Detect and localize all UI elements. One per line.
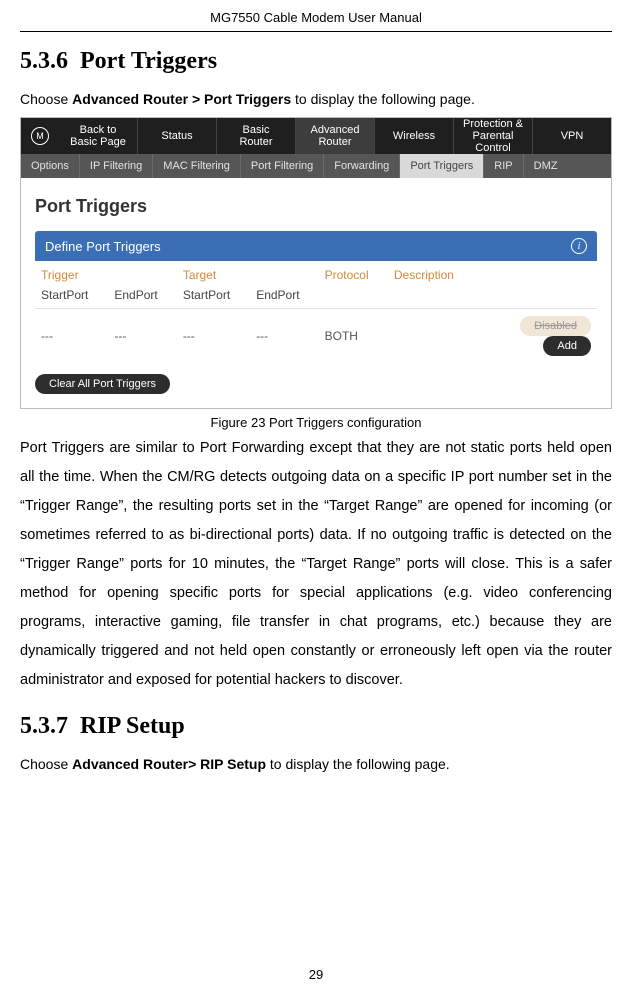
- secondary-nav: Options IP Filtering MAC Filtering Port …: [21, 154, 611, 178]
- cell-target-end: ---: [250, 309, 318, 367]
- port-triggers-table: Trigger Target Protocol Description Star…: [35, 261, 597, 366]
- section-number: 5.3.6: [20, 48, 68, 74]
- tab-ip-filtering[interactable]: IP Filtering: [80, 154, 153, 178]
- tab-forwarding[interactable]: Forwarding: [324, 154, 400, 178]
- disabled-button[interactable]: Disabled: [520, 316, 591, 336]
- primary-nav: M Back to Basic Page Status Basic Router…: [21, 118, 611, 154]
- col-target: Target: [177, 261, 319, 286]
- nav-vpn[interactable]: VPN: [533, 118, 611, 154]
- col-trigger: Trigger: [35, 261, 177, 286]
- page-number: 29: [0, 967, 632, 982]
- cell-target-start: ---: [177, 309, 250, 367]
- figure-caption: Figure 23 Port Triggers configuration: [20, 415, 612, 430]
- section-heading-port-triggers: 5.3.6 Port Triggers: [20, 48, 612, 75]
- panel-header-text: Define Port Triggers: [45, 239, 161, 254]
- panel-header: Define Port Triggers i: [35, 231, 597, 261]
- col-target-end: EndPort: [250, 286, 318, 309]
- screenshot-page-title: Port Triggers: [35, 196, 597, 217]
- clear-all-button[interactable]: Clear All Port Triggers: [35, 374, 170, 394]
- cell-trigger-end: ---: [108, 309, 176, 367]
- logo-icon[interactable]: M: [21, 118, 59, 154]
- cell-description: [388, 309, 477, 367]
- tab-mac-filtering[interactable]: MAC Filtering: [153, 154, 241, 178]
- col-target-start: StartPort: [177, 286, 250, 309]
- section1-intro: Choose Advanced Router > Port Triggers t…: [20, 91, 612, 107]
- tab-port-triggers[interactable]: Port Triggers: [400, 154, 484, 178]
- info-icon[interactable]: i: [571, 238, 587, 254]
- tab-rip[interactable]: RIP: [484, 154, 523, 178]
- section-title-2: RIP Setup: [80, 713, 185, 739]
- section-number-2: 5.3.7: [20, 713, 68, 739]
- cell-protocol: BOTH: [319, 309, 388, 367]
- section-title: Port Triggers: [80, 48, 217, 74]
- nav-advanced-router[interactable]: Advanced Router: [296, 118, 375, 154]
- doc-header: MG7550 Cable Modem User Manual: [20, 10, 612, 32]
- nav-protection[interactable]: Protection & Parental Control: [454, 118, 533, 154]
- section-heading-rip-setup: 5.3.7 RIP Setup: [20, 713, 612, 740]
- tab-options[interactable]: Options: [21, 154, 80, 178]
- nav-status[interactable]: Status: [138, 118, 217, 154]
- screenshot-port-triggers: M Back to Basic Page Status Basic Router…: [20, 117, 612, 409]
- col-trigger-end: EndPort: [108, 286, 176, 309]
- col-trigger-start: StartPort: [35, 286, 108, 309]
- section2-intro: Choose Advanced Router> RIP Setup to dis…: [20, 756, 612, 772]
- add-button[interactable]: Add: [543, 336, 591, 356]
- nav-wireless[interactable]: Wireless: [375, 118, 454, 154]
- section1-body: Port Triggers are similar to Port Forwar…: [20, 434, 612, 695]
- tab-port-filtering[interactable]: Port Filtering: [241, 154, 324, 178]
- col-protocol: Protocol: [319, 261, 388, 286]
- tab-dmz[interactable]: DMZ: [524, 154, 568, 178]
- cell-trigger-start: ---: [35, 309, 108, 367]
- nav-basic-router[interactable]: Basic Router: [217, 118, 296, 154]
- col-description: Description: [388, 261, 477, 286]
- nav-back-to-basic[interactable]: Back to Basic Page: [59, 118, 138, 154]
